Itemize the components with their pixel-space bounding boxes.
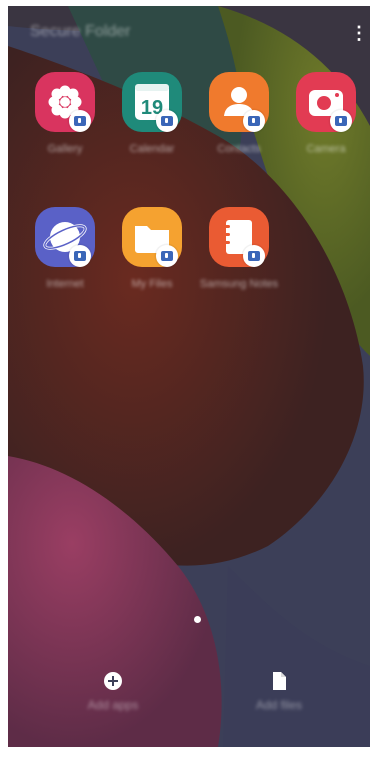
app-contacts[interactable]: Contacts xyxy=(199,72,275,172)
app-label: Camera xyxy=(306,143,346,155)
app-calendar[interactable]: 19 Calendar xyxy=(112,72,188,172)
app-my-files[interactable]: My Files xyxy=(112,207,188,307)
secure-badge-icon xyxy=(330,110,352,132)
app-label: Calendar xyxy=(129,143,175,155)
file-icon xyxy=(273,672,286,690)
page-title: Secure Folder xyxy=(30,23,131,40)
app-label: Contacts xyxy=(217,143,261,155)
add-files-button[interactable]: Add files xyxy=(224,670,334,720)
app-label: Samsung Notes xyxy=(199,278,279,290)
secure-badge-icon xyxy=(243,245,265,267)
secure-badge-icon xyxy=(243,110,265,132)
secure-badge-icon xyxy=(156,110,178,132)
add-apps-button[interactable]: Add apps xyxy=(58,670,168,720)
app-camera[interactable]: Camera xyxy=(286,72,362,172)
secure-folder-screen: Secure Folder ⋮ Gallery 19 Calendar Cont… xyxy=(8,6,370,747)
secure-badge-icon xyxy=(69,110,91,132)
add-icon xyxy=(104,672,122,690)
add-apps-label: Add apps xyxy=(87,698,139,712)
secure-badge-icon xyxy=(69,245,91,267)
app-label: My Files xyxy=(131,278,173,290)
more-vert-icon[interactable]: ⋮ xyxy=(350,24,368,42)
add-files-label: Add files xyxy=(255,698,303,712)
page-indicator xyxy=(194,616,201,623)
secure-badge-icon xyxy=(156,245,178,267)
app-label: Gallery xyxy=(47,143,83,155)
app-gallery[interactable]: Gallery xyxy=(25,72,101,172)
app-samsung-notes[interactable]: Samsung Notes xyxy=(199,207,278,307)
top-bar: Secure Folder ⋮ xyxy=(8,6,370,58)
app-label: Internet xyxy=(46,278,84,290)
app-internet[interactable]: Internet xyxy=(25,207,101,307)
